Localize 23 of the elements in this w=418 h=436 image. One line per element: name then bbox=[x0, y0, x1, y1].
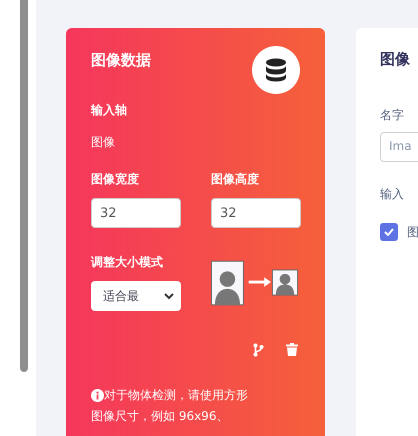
chevron-down-icon[interactable] bbox=[163, 292, 175, 300]
database-icon bbox=[252, 46, 300, 94]
field-label: 输入轴 bbox=[91, 102, 128, 119]
note-text: 对于物体检测，请使用方形 bbox=[104, 387, 248, 404]
width-field[interactable]: 32 bbox=[91, 198, 181, 228]
branch-icon[interactable] bbox=[253, 343, 264, 357]
field-label: 调整大小模式 bbox=[91, 254, 164, 271]
field-label: 图像高度 bbox=[211, 171, 260, 188]
field-label: 图像宽度 bbox=[91, 171, 140, 188]
field-label: 名字 bbox=[380, 107, 405, 124]
scrollbar[interactable] bbox=[20, 0, 28, 372]
block-title: 图像数据 bbox=[91, 51, 151, 70]
trash-icon[interactable] bbox=[286, 343, 298, 356]
checkbox[interactable] bbox=[380, 223, 398, 241]
checkbox-label: 图 bbox=[407, 224, 418, 240]
note-text: 图像尺寸，例如 96x96、 bbox=[91, 408, 228, 425]
height-field[interactable]: 32 bbox=[211, 198, 301, 228]
axis-value: 图像 bbox=[91, 134, 116, 151]
field-label: 输入 bbox=[380, 186, 405, 203]
resize-mode-dropdown[interactable]: 适合最 bbox=[91, 281, 181, 311]
panel-title: 图像 bbox=[380, 50, 411, 69]
info-icon bbox=[91, 389, 104, 402]
check-icon bbox=[384, 228, 394, 236]
